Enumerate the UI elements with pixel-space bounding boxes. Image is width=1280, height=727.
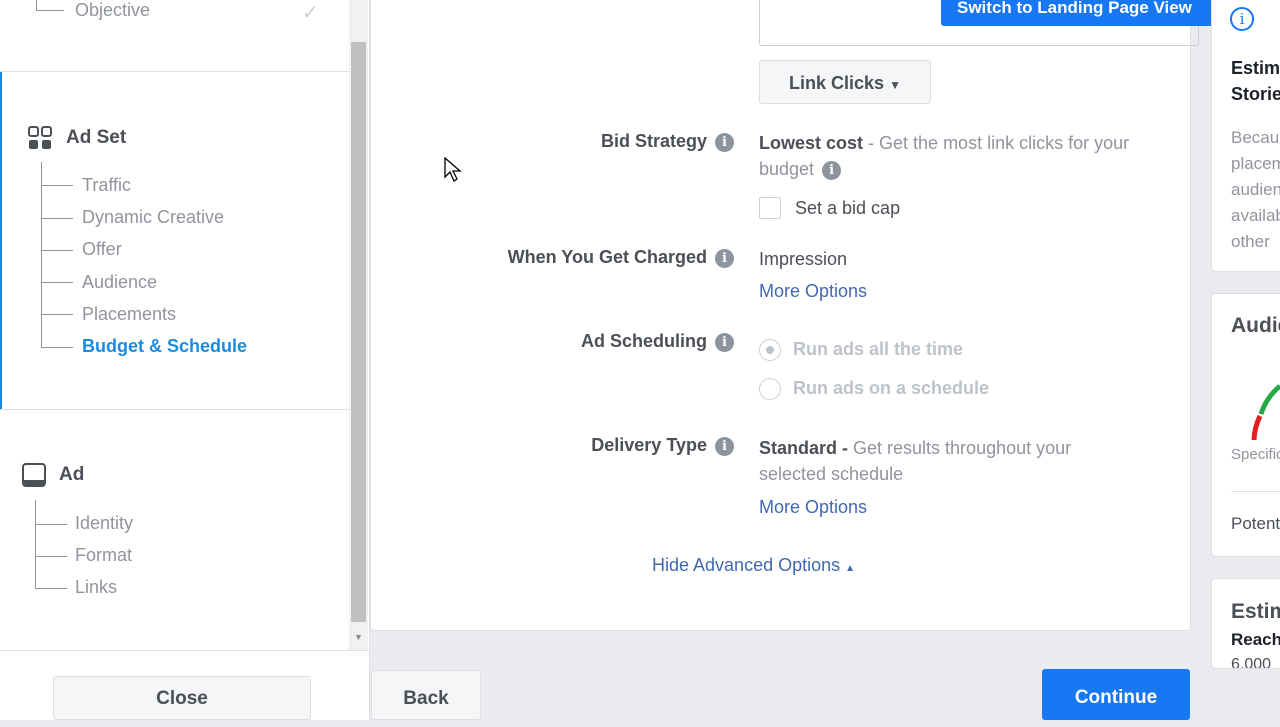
caret-up-icon: ▲ [845,563,856,574]
tree-branch [41,185,73,186]
tree-branch [41,282,73,283]
value-bold: Standard - [759,438,849,458]
bid-cap-checkbox[interactable] [759,197,781,219]
sidebar-item-offer[interactable]: Offer [82,239,122,260]
back-button[interactable]: Back [371,670,481,720]
card-body: Because placements audience available ot… [1231,128,1280,251]
tree-branch [35,524,67,525]
ad-scheduling-label: Ad Scheduling i [581,331,734,352]
optimization-dropdown[interactable]: Link Clicks ▼ [759,60,931,104]
when-charged-label: When You Get Charged i [508,247,734,268]
sidebar: Objective ✓ Ad Set Traffic Dynamic Creat… [0,0,370,720]
ad-set-grid-icon [28,126,52,150]
hide-advanced-options-link[interactable]: Hide Advanced Options ▲ [652,555,855,576]
tree-branch [35,556,67,557]
sidebar-item-objective[interactable]: Objective [75,0,150,21]
audience-card: Audience Specific Potential [1211,293,1280,557]
ad-set-heading[interactable]: Ad Set [66,127,126,149]
sidebar-item-budget-schedule[interactable]: Budget & Schedule [82,336,247,357]
label-text: When You Get Charged [507,247,707,267]
tree-branch [41,314,73,315]
bid-strategy-label: Bid Strategy i [601,131,734,152]
continue-button[interactable]: Continue [1042,669,1190,720]
card-title: Estimated [1231,600,1280,623]
info-icon[interactable]: i [715,436,734,456]
charged-more-options-link[interactable]: More Options [759,281,867,302]
link-text: Hide Advanced Options [652,555,841,575]
divider [0,71,349,72]
mouse-cursor-icon [444,156,462,188]
tree-line [36,10,64,11]
tree-line [41,162,42,348]
info-icon[interactable]: i [715,132,734,152]
delivery-value: Standard - Get results throughout your s… [759,435,1119,487]
scroll-down-arrow-icon[interactable]: ▼ [354,632,363,642]
tree-line [36,0,37,10]
card-value: 6,000 [1231,656,1272,669]
sidebar-item-format[interactable]: Format [75,545,132,566]
radio-run-on-schedule[interactable]: Run ads on a schedule [759,375,989,401]
delivery-more-options-link[interactable]: More Options [759,497,867,518]
sidebar-scrollbar[interactable]: ▼ [349,0,368,650]
potential-reach: Potential [1231,514,1280,533]
radio-label: Run ads on a schedule [793,378,990,398]
label-text: Delivery Type [591,435,707,455]
value-bold: Lowest cost [759,133,864,153]
caret-down-icon: ▼ [889,78,901,92]
bid-cap-label[interactable]: Set a bid cap [795,195,900,221]
card-subtitle: Reach [1231,630,1280,649]
info-icon[interactable]: i [1230,7,1254,31]
card-title: Audience [1231,314,1280,337]
sidebar-item-audience[interactable]: Audience [82,272,157,293]
radio-unselected[interactable] [759,378,781,401]
audience-gauge [1250,376,1280,451]
sidebar-item-dynamic-creative[interactable]: Dynamic Creative [82,207,224,228]
info-icon[interactable]: i [715,332,734,352]
tree-branch [41,250,73,251]
label-text: Ad Scheduling [581,331,707,351]
tree-branch [41,218,73,219]
ad-icon [22,463,46,487]
delivery-type-label: Delivery Type i [591,435,734,456]
switch-landing-page-button[interactable]: Switch to Landing Page View [941,0,1221,26]
sidebar-item-identity[interactable]: Identity [75,513,133,534]
estimated-reach-card: Estimated Reach 6,000 [1211,578,1280,669]
info-icon[interactable]: i [715,248,734,268]
main-panel: Switch to Landing Page View Link Clicks … [370,0,1221,631]
active-indicator [0,72,2,410]
divider [0,409,349,410]
radio-label: Run ads all the time [793,339,964,359]
label-text: Bid Strategy [600,131,707,151]
radio-run-all-time[interactable]: Run ads all the time [759,336,963,362]
bid-strategy-value: Lowest cost - Get the most link clicks f… [759,130,1139,182]
radio-selected[interactable] [759,339,781,362]
scrollbar-thumb[interactable] [351,42,366,622]
info-icon[interactable]: i [822,160,842,180]
close-button[interactable]: Close [53,676,311,720]
card-title: Estimated Stories [1231,58,1280,104]
estimated-stories-card: i Estimated Stories Because placements a… [1211,0,1280,272]
gauge-label: Specific [1231,446,1280,463]
divider [1231,491,1280,492]
dropdown-value: Link Clicks [789,73,885,93]
sidebar-item-placements[interactable]: Placements [82,304,176,325]
ad-heading[interactable]: Ad [59,464,84,486]
tree-branch [41,347,73,348]
sidebar-item-traffic[interactable]: Traffic [82,175,131,196]
sidebar-item-links[interactable]: Links [75,577,117,598]
tree-branch [35,588,67,589]
tree-line [35,500,36,589]
check-icon: ✓ [302,2,319,24]
charged-value: Impression [759,249,848,269]
